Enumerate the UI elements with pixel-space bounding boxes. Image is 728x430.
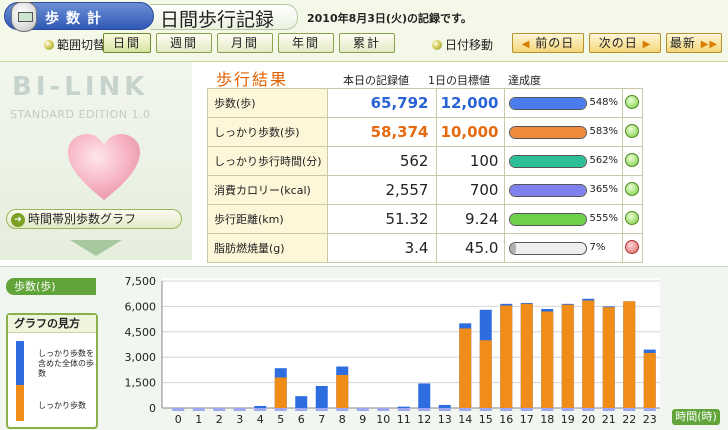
hour-baseline-marker [623,408,636,411]
x-tick-label: 0 [175,413,182,426]
x-tick-label: 11 [397,413,411,426]
hour-baseline-marker [479,408,492,411]
hour-baseline-marker [541,408,554,411]
y-tick-label: 6,000 [125,300,157,313]
hour-baseline-marker [274,408,287,411]
y-tick-label: 3,000 [125,351,157,364]
y-tick-label: 7,500 [125,275,157,288]
hour-baseline-marker [397,408,410,411]
total-steps-bar [438,404,451,408]
firm-steps-bar [623,301,636,408]
hour-baseline-marker [192,408,205,411]
y-tick-label: 1,500 [125,377,157,390]
y-tick-label: 4,500 [125,326,157,339]
total-steps-bar [295,396,308,408]
firm-steps-bar [643,352,656,408]
x-tick-label: 14 [458,413,472,426]
x-tick-label: 16 [499,413,513,426]
hour-baseline-marker [213,408,226,411]
x-tick-label: 7 [318,413,325,426]
x-tick-label: 19 [561,413,575,426]
x-tick-label: 23 [643,413,657,426]
hour-baseline-marker [500,408,513,411]
x-tick-label: 10 [376,413,390,426]
firm-steps-bar [500,305,513,408]
firm-steps-bar [336,374,349,408]
firm-steps-bar [274,377,287,408]
hour-baseline-marker [582,408,595,411]
hourly-steps-chart: 01,5003,0004,5006,0007,5000 1 2 3 4 5 6 7 8 9 10 11… [125,275,660,426]
firm-steps-bar [479,340,492,408]
firm-steps-bar [520,303,533,408]
x-tick-label: 21 [602,413,616,426]
x-tick-label: 20 [581,413,595,426]
firm-steps-bar [602,307,615,408]
hour-baseline-marker [561,408,574,411]
hour-baseline-marker [315,408,328,411]
x-tick-label: 18 [540,413,554,426]
hour-baseline-marker [336,408,349,411]
x-tick-label: 15 [479,413,493,426]
x-tick-label: 5 [277,413,284,426]
total-steps-bar [418,383,431,408]
x-tick-label: 13 [438,413,452,426]
firm-steps-bar [561,304,574,408]
x-tick-label: 22 [622,413,636,426]
x-tick-label: 2 [216,413,223,426]
total-steps-bar [254,405,267,408]
hour-baseline-marker [438,408,451,411]
x-tick-label: 1 [195,413,202,426]
total-steps-bar [315,385,328,408]
x-axis-label: 時間(時) [672,409,720,425]
y-tick-label: 0 [149,402,156,415]
x-tick-label: 3 [236,413,243,426]
total-steps-bar [397,406,410,408]
x-tick-label: 4 [257,413,264,426]
x-tick-label: 8 [339,413,346,426]
x-tick-label: 9 [359,413,366,426]
firm-steps-bar [541,311,554,408]
hour-baseline-marker [356,408,369,411]
hour-baseline-marker [172,408,185,411]
hour-baseline-marker [459,408,472,411]
hour-baseline-marker [643,408,656,411]
hour-baseline-marker [418,408,431,411]
x-tick-label: 17 [520,413,534,426]
hour-baseline-marker [377,408,390,411]
firm-steps-bar [582,300,595,408]
x-tick-label: 12 [417,413,431,426]
hour-baseline-marker [520,408,533,411]
hour-baseline-marker [254,408,267,411]
hour-baseline-marker [295,408,308,411]
hour-baseline-marker [602,408,615,411]
x-tick-label: 6 [298,413,305,426]
hour-baseline-marker [233,408,246,411]
firm-steps-bar [459,328,472,408]
